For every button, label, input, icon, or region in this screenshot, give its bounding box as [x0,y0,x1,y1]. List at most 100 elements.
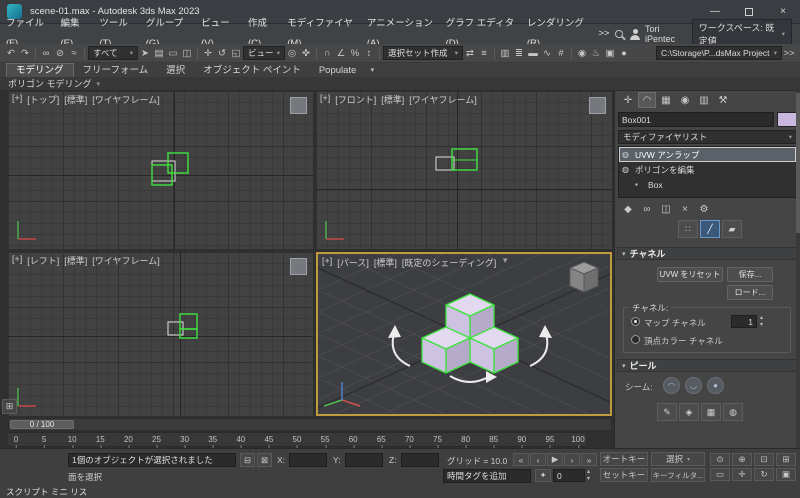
next-frame-button[interactable]: › [564,453,580,466]
unlink-selection-icon[interactable]: ⊘ [53,46,67,61]
viewport-menu-button[interactable]: [+] [12,93,22,106]
viewport-layout-tabs-button[interactable]: ⊞ [2,399,17,414]
peel-options-button[interactable]: ◍ [723,403,743,421]
modifier-stack-item-edit-poly[interactable]: ◍ ポリゴンを編集 [619,162,796,177]
bind-to-space-warp-icon[interactable]: ≈ [67,46,81,61]
select-and-scale-icon[interactable]: ◱ [229,46,243,61]
reset-uvw-button[interactable]: UVW をリセット [657,267,723,282]
time-slider-handle[interactable]: 0 / 100 [10,420,74,429]
render-setup-icon[interactable]: ♨ [589,46,603,61]
viewport-menu-arrow-icon[interactable]: ▼ [501,256,509,269]
material-editor-icon[interactable]: ◉ [575,46,589,61]
window-crossing-icon[interactable]: ◫ [180,46,194,61]
z-coordinate-field[interactable] [401,453,439,467]
layer-explorer-icon[interactable]: ≣ [512,46,526,61]
pan-icon[interactable]: ✛ [732,468,752,481]
x-coordinate-field[interactable] [289,453,327,467]
viewport-name-label[interactable]: [パース] [337,256,369,269]
ribbon-toggle-icon[interactable]: ▬ [526,46,540,61]
viewport-shading-label[interactable]: [ワイヤフレーム] [92,254,159,267]
current-frame-field[interactable]: 0 [553,469,585,482]
modifier-list-dropdown[interactable]: モディファイヤリスト ▾ [618,130,797,144]
render-production-icon[interactable]: ● [617,46,631,61]
visibility-bulb-icon[interactable]: ◍ [622,150,631,159]
viewport-left[interactable]: [+] [レフト] [標準] [ワイヤフレーム] [8,252,313,416]
map-channel-radio[interactable] [631,317,640,326]
toolbar-overflow[interactable]: >> [782,46,796,61]
viewport-menu-button[interactable]: [+] [12,254,22,267]
go-to-end-button[interactable]: » [581,453,597,466]
named-selection-set-field[interactable]: 選択セット作成 ▾ [383,46,463,60]
quick-peel-button[interactable]: ◈ [679,403,699,421]
set-key-button[interactable]: セットキー [600,468,648,482]
maximize-viewport-icon[interactable]: ▣ [776,468,796,481]
panel-tab-display[interactable]: ▥ [695,92,713,108]
selection-filter-dropdown[interactable]: すべて ▾ [88,46,138,60]
mini-listener-label[interactable]: スクリプト ミニ リス [6,486,87,498]
viewport-shading-label[interactable]: [ワイヤフレーム] [92,93,159,106]
make-unique-icon[interactable]: ◫ [657,201,675,217]
viewport-shading-label[interactable]: [既定のシェーディング] [402,256,496,269]
undo-icon[interactable]: ↶ [4,46,18,61]
mirror-icon[interactable]: ⇄ [463,46,477,61]
region-zoom-icon[interactable]: ▭ [710,468,730,481]
viewcube[interactable] [290,97,307,114]
ribbon-tab-modeling[interactable]: モデリング [6,63,74,77]
ribbon-tab-selection[interactable]: 選択 [157,64,194,77]
viewport-standard-label[interactable]: [標準] [381,93,404,106]
object-name-field[interactable]: Box001 [618,112,774,127]
subobject-polygon-button[interactable]: ▰ [722,220,742,238]
convert-seams-button[interactable]: ● [707,377,724,394]
subobject-edge-button[interactable]: ╱ [700,220,720,238]
spinner-down-icon[interactable]: ▾ [760,321,763,328]
select-and-manipulate-icon[interactable]: ✜ [299,46,313,61]
project-folder-dropdown[interactable]: C:\Storage\P...dsMax Project ▾ [656,46,782,60]
modifier-stack-item-uvw-unwrap[interactable]: ◍ UVW アンラップ [619,147,796,162]
zoom-all-icon[interactable]: ⊕ [732,453,752,466]
modifier-stack-item-box[interactable]: ▪ Box [619,177,796,192]
select-and-move-icon[interactable]: ✛ [201,46,215,61]
ribbon-options-icon[interactable]: ▾ [365,62,379,77]
edit-seams-button[interactable]: ◠ [663,377,680,394]
selection-region-icon[interactable]: ▭ [166,46,180,61]
select-and-link-icon[interactable]: ∞ [39,46,53,61]
align-icon[interactable]: ≡ [477,46,491,61]
viewport-menu-button[interactable]: [+] [322,256,332,269]
selection-lock-icon[interactable]: ⊠ [257,453,272,467]
peel-mode-button[interactable]: ✎ [657,403,677,421]
viewport-standard-label[interactable]: [標準] [64,93,87,106]
isolate-selection-icon[interactable]: ⊟ [240,453,255,467]
ribbon-panel-polygon-modeling[interactable]: ポリゴン モデリング [8,77,92,90]
panel-tab-create[interactable]: ✛ [619,92,637,108]
viewcube[interactable] [589,97,606,114]
rollout-channel-header[interactable]: ▾ チャネル [617,247,798,260]
snaps-toggle-icon[interactable]: ∩ [320,46,334,61]
schematic-view-icon[interactable]: # [554,46,568,61]
reference-coordinate-dropdown[interactable]: ビュー ▾ [243,46,285,60]
vertex-color-radio[interactable] [631,335,640,344]
ribbon-tab-freeform[interactable]: フリーフォーム [74,64,158,77]
select-and-rotate-icon[interactable]: ↺ [215,46,229,61]
viewport-name-label[interactable]: [レフト] [27,254,59,267]
scene-explorer-icon[interactable]: ▥ [498,46,512,61]
zoom-icon[interactable]: ⊙ [710,453,730,466]
ribbon-tab-object-paint[interactable]: オブジェクト ペイント [194,64,310,77]
viewport-shading-label[interactable]: [ワイヤフレーム] [409,93,476,106]
time-slider-track[interactable]: 0 / 100 [8,418,612,431]
key-filters-button[interactable]: キーフィルタ... [651,468,705,482]
panel-tab-motion[interactable]: ◉ [676,92,694,108]
rendered-frame-window-icon[interactable]: ▣ [603,46,617,61]
use-pivot-center-icon[interactable]: ◎ [285,46,299,61]
angle-snap-icon[interactable]: ∠ [334,46,348,61]
frame-spinner-up-icon[interactable]: ▴ [587,468,590,475]
auto-key-button[interactable]: オートキー [600,452,648,466]
spinner-up-icon[interactable]: ▴ [760,314,763,321]
viewcube[interactable] [290,258,307,275]
viewport-standard-label[interactable]: [標準] [374,256,397,269]
map-channel-value-field[interactable]: 1 [731,315,757,328]
viewport-top[interactable]: [+] [トップ] [標準] [ワイヤフレーム] [8,91,313,249]
load-button[interactable]: ロード... [727,285,773,300]
go-to-start-button[interactable]: « [513,453,529,466]
selection-set-dropdown[interactable]: 選択 ▾ [651,452,705,466]
previous-frame-button[interactable]: ‹ [530,453,546,466]
